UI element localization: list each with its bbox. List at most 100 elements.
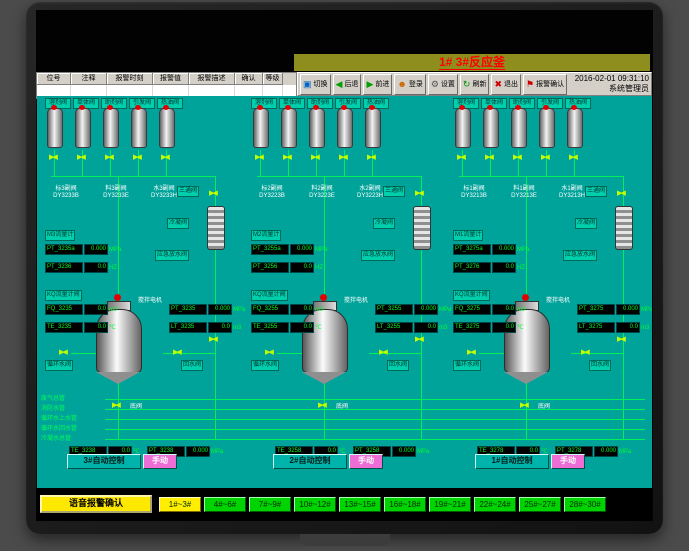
valve-icon[interactable]: ▶◀: [49, 154, 56, 161]
valve-icon[interactable]: ▶◀: [311, 154, 318, 161]
page-button[interactable]: 16#~18#: [384, 497, 426, 512]
manual-button[interactable]: 手动: [551, 454, 585, 469]
valve-icon[interactable]: ▶◀: [112, 402, 119, 409]
instrument-value: 0.000: [414, 304, 438, 315]
label-chip-emergency[interactable]: 应急放水阀: [563, 250, 597, 261]
instrument-value: 0.000: [84, 244, 108, 255]
valve-icon[interactable]: ▶◀: [415, 336, 422, 343]
label-chip-condense[interactable]: 冷凝阀: [167, 218, 189, 229]
valve-icon[interactable]: ▶◀: [617, 190, 624, 197]
page-button[interactable]: 22#~24#: [474, 497, 516, 512]
instrument-value: 0.000: [492, 244, 516, 255]
voice-alarm-ack-button[interactable]: 语音报警确认: [40, 495, 152, 513]
valve-icon[interactable]: ▶◀: [367, 154, 374, 161]
page-button[interactable]: 1#~3#: [159, 497, 201, 512]
valve-icon[interactable]: ▶◀: [541, 154, 548, 161]
valve-icon[interactable]: ▶◀: [318, 402, 325, 409]
instrument-unit: MPa: [315, 247, 327, 253]
valve-icon[interactable]: ▶◀: [173, 349, 180, 356]
valve-icon[interactable]: ▶◀: [581, 349, 588, 356]
condenser: [413, 206, 431, 250]
valve-icon[interactable]: ▶◀: [59, 349, 66, 356]
page-button[interactable]: 19#~21#: [429, 497, 471, 512]
valve-icon[interactable]: ▶◀: [77, 154, 84, 161]
label-chip-condense[interactable]: 冷凝阀: [575, 218, 597, 229]
metering-tank: [159, 108, 175, 148]
manual-button[interactable]: 手动: [349, 454, 383, 469]
valve-icon[interactable]: ▶◀: [133, 154, 140, 161]
valve-icon[interactable]: ▶◀: [457, 154, 464, 161]
auto-control-button[interactable]: 1#自动控制: [475, 454, 549, 469]
valve-icon[interactable]: ▶◀: [105, 154, 112, 161]
toolbar-button-user[interactable]: ☻登录: [394, 74, 425, 95]
valve-icon[interactable]: ▶◀: [255, 154, 262, 161]
toolbar-button-monitor[interactable]: ▣切换: [300, 74, 331, 95]
agitator-label: 搅拌电机: [133, 298, 167, 305]
pipe: [277, 353, 304, 354]
valve-icon[interactable]: ▶◀: [209, 336, 216, 343]
valve-icon[interactable]: ▶◀: [467, 349, 474, 356]
instrument-tag: LT_3255: [375, 322, 413, 333]
label-chip-flow[interactable]: KQ流量计阀: [45, 290, 82, 301]
label-chip-flow[interactable]: KQ流量计阀: [453, 290, 490, 301]
toolbar-button-label: 后退: [344, 79, 358, 89]
manual-button[interactable]: 手动: [143, 454, 177, 469]
motor-cap: [320, 294, 327, 301]
page-button[interactable]: 28#~30#: [564, 497, 606, 512]
toolbar-button-exit[interactable]: ✖退出: [491, 74, 521, 95]
page-button[interactable]: 25#~27#: [519, 497, 561, 512]
valve-icon[interactable]: ▶◀: [617, 336, 624, 343]
toolbar-button-label: 报警确认: [536, 79, 564, 89]
label-chip-emergency[interactable]: 应急放水阀: [155, 250, 189, 261]
toolbar-button-gear[interactable]: ⚙设置: [428, 74, 458, 95]
label-chip-flow[interactable]: KQ流量计阀: [251, 290, 288, 301]
instrument-unit: MPa: [619, 449, 631, 455]
page-button[interactable]: 10#~12#: [294, 497, 336, 512]
instrument-PT_3255: PT_32550.000MPa: [375, 304, 451, 315]
valve-icon[interactable]: ▶◀: [209, 190, 216, 197]
valve-icon[interactable]: ▶◀: [265, 349, 272, 356]
page-button[interactable]: 7#~9#: [249, 497, 291, 512]
label-chip-ret[interactable]: 回水阀: [387, 360, 409, 371]
instrument-tag: PT_3235a: [45, 244, 83, 255]
toolbar-button-arrow-right[interactable]: ▶前进: [363, 74, 392, 95]
valve-icon[interactable]: ▶◀: [569, 154, 576, 161]
alarm-ack-button[interactable]: ⚑报警确认: [523, 74, 567, 95]
label-chip-condense[interactable]: 冷凝阀: [373, 218, 395, 229]
label-chip-meter[interactable]: M1流量计: [453, 230, 483, 241]
label-chip-three_way[interactable]: 三通阀: [177, 186, 199, 197]
valve-icon[interactable]: ▶◀: [161, 154, 168, 161]
label-chip-circ[interactable]: 循环水阀: [453, 360, 481, 371]
valve-icon[interactable]: ▶◀: [283, 154, 290, 161]
auto-control-button[interactable]: 3#自动控制: [67, 454, 141, 469]
label-chip-meter[interactable]: M2流量计: [251, 230, 281, 241]
label-chip-circ[interactable]: 循环水阀: [45, 360, 73, 371]
label-chip-emergency[interactable]: 应急放水阀: [361, 250, 395, 261]
instrument-value: 0.0: [492, 304, 516, 315]
valve-icon[interactable]: ▶◀: [339, 154, 346, 161]
label-chip-three_way[interactable]: 三通阀: [383, 186, 405, 197]
valve-icon[interactable]: ▶◀: [485, 154, 492, 161]
valve-icon[interactable]: ▶◀: [513, 154, 520, 161]
label-chip-circ[interactable]: 循环水阀: [251, 360, 279, 371]
instrument-unit: MPa: [211, 449, 223, 455]
bottom-bar: 语音报警确认 1#~3#4#~6#7#~9#10#~12#13#~15#16#~…: [37, 488, 652, 521]
valve-tag: 料1副阀DY3213E: [501, 186, 547, 200]
instrument-unit: m3: [315, 307, 323, 313]
instrument-unit: ℃: [315, 324, 322, 331]
label-chip-three_way[interactable]: 三通阀: [585, 186, 607, 197]
valve-icon[interactable]: ▶◀: [379, 349, 386, 356]
metering-tank: [103, 108, 119, 148]
page-button[interactable]: 4#~6#: [204, 497, 246, 512]
valve-icon[interactable]: ▶◀: [520, 402, 527, 409]
label-chip-ret[interactable]: 回水阀: [589, 360, 611, 371]
pipe: [71, 353, 98, 354]
toolbar-button-arrow-left[interactable]: ◀后退: [333, 74, 362, 95]
toolbar-button-refresh[interactable]: ↻刷新: [460, 74, 490, 95]
auto-control-button[interactable]: 2#自动控制: [273, 454, 347, 469]
label-chip-ret[interactable]: 回水阀: [181, 360, 203, 371]
valve-icon[interactable]: ▶◀: [415, 190, 422, 197]
label-chip-meter[interactable]: M3流量计: [45, 230, 75, 241]
page-button[interactable]: 13#~15#: [339, 497, 381, 512]
instrument-LT_3235: LT_32350.0m3: [169, 322, 241, 333]
